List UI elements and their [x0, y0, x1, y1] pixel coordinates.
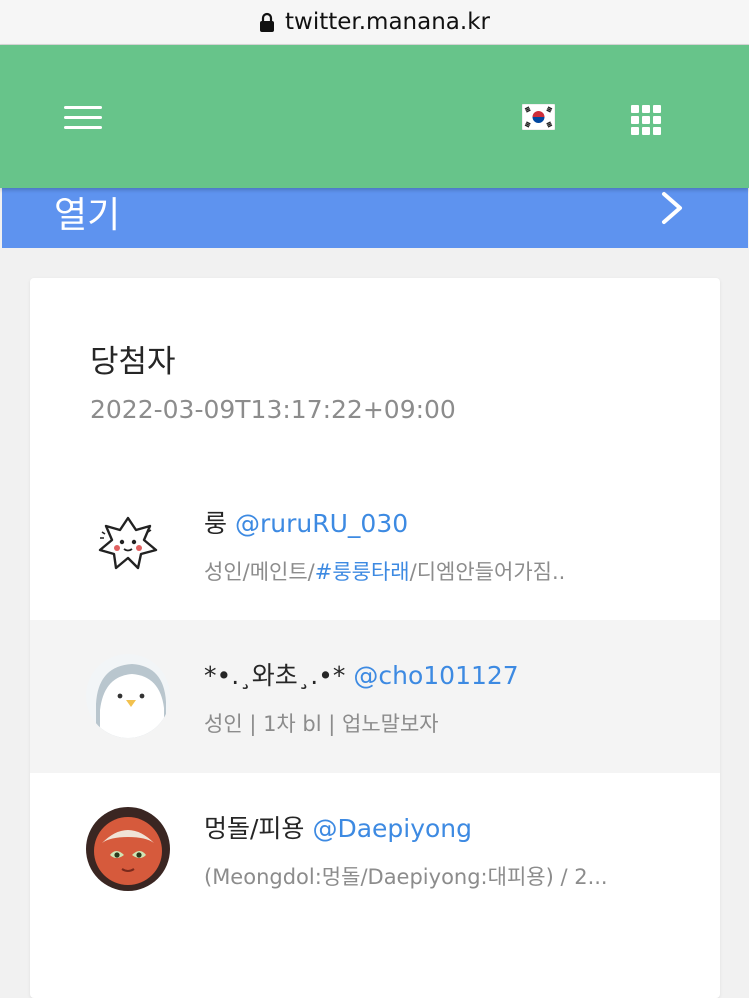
- winners-title: 당첨자: [90, 344, 176, 380]
- winner-name: 멍돌/피용: [204, 814, 305, 843]
- avatar: [86, 502, 170, 586]
- avatar: [86, 654, 170, 738]
- apps-grid-icon[interactable]: [631, 105, 661, 135]
- winner-handle[interactable]: @cho101127: [353, 661, 518, 690]
- winner-bio: (Meongdol:멍돌/Daepiyong:대피용) / 2...: [204, 865, 608, 889]
- open-button-label: 열기: [54, 195, 121, 236]
- lock-icon: [260, 12, 274, 32]
- open-button[interactable]: 열기: [2, 180, 748, 248]
- winners-card: 당첨자 2022-03-09T13:17:22+09:00 룽 @ruruRU_0…: [30, 278, 720, 998]
- url-text: twitter.manana.kr: [285, 9, 490, 35]
- winner-bio: 성인/메인트/#룽룽타래/디엠안들어가짐..: [204, 556, 565, 586]
- winner-name-line: *•.¸와초¸.•* @cho101127: [204, 656, 519, 692]
- hamburger-menu-icon[interactable]: [64, 106, 102, 130]
- chevron-right-icon: [662, 192, 682, 224]
- winner-row[interactable]: 멍돌/피용 @Daepiyong (Meongdol:멍돌/Daepiyong:대…: [30, 773, 720, 926]
- korea-flag-icon[interactable]: [522, 104, 555, 130]
- winner-name: *•.¸와초¸.•*: [204, 661, 346, 690]
- winner-row[interactable]: 룽 @ruruRU_030 성인/메인트/#룽룽타래/디엠안들어가짐..: [30, 468, 720, 621]
- winner-name-line: 멍돌/피용 @Daepiyong: [204, 809, 472, 845]
- winner-bio-text: 성인/메인트/: [204, 560, 315, 584]
- winners-timestamp: 2022-03-09T13:17:22+09:00: [90, 395, 456, 424]
- winner-handle[interactable]: @Daepiyong: [312, 814, 472, 843]
- winner-bio: 성인 | 1차 bl | 업노말보자: [204, 712, 439, 736]
- avatar: [86, 807, 170, 891]
- winner-handle[interactable]: @ruruRU_030: [235, 509, 408, 538]
- winner-row[interactable]: *•.¸와초¸.•* @cho101127 성인 | 1차 bl | 업노말보자: [30, 620, 720, 773]
- winner-name: 룽: [204, 509, 228, 538]
- winner-name-line: 룽 @ruruRU_030: [204, 504, 408, 540]
- winner-bio-text: /디엠안들어가짐..: [409, 560, 566, 584]
- browser-url-bar[interactable]: twitter.manana.kr: [0, 0, 749, 45]
- winner-bio-hashtag[interactable]: #룽룽타래: [315, 560, 410, 584]
- app-header: [0, 45, 749, 188]
